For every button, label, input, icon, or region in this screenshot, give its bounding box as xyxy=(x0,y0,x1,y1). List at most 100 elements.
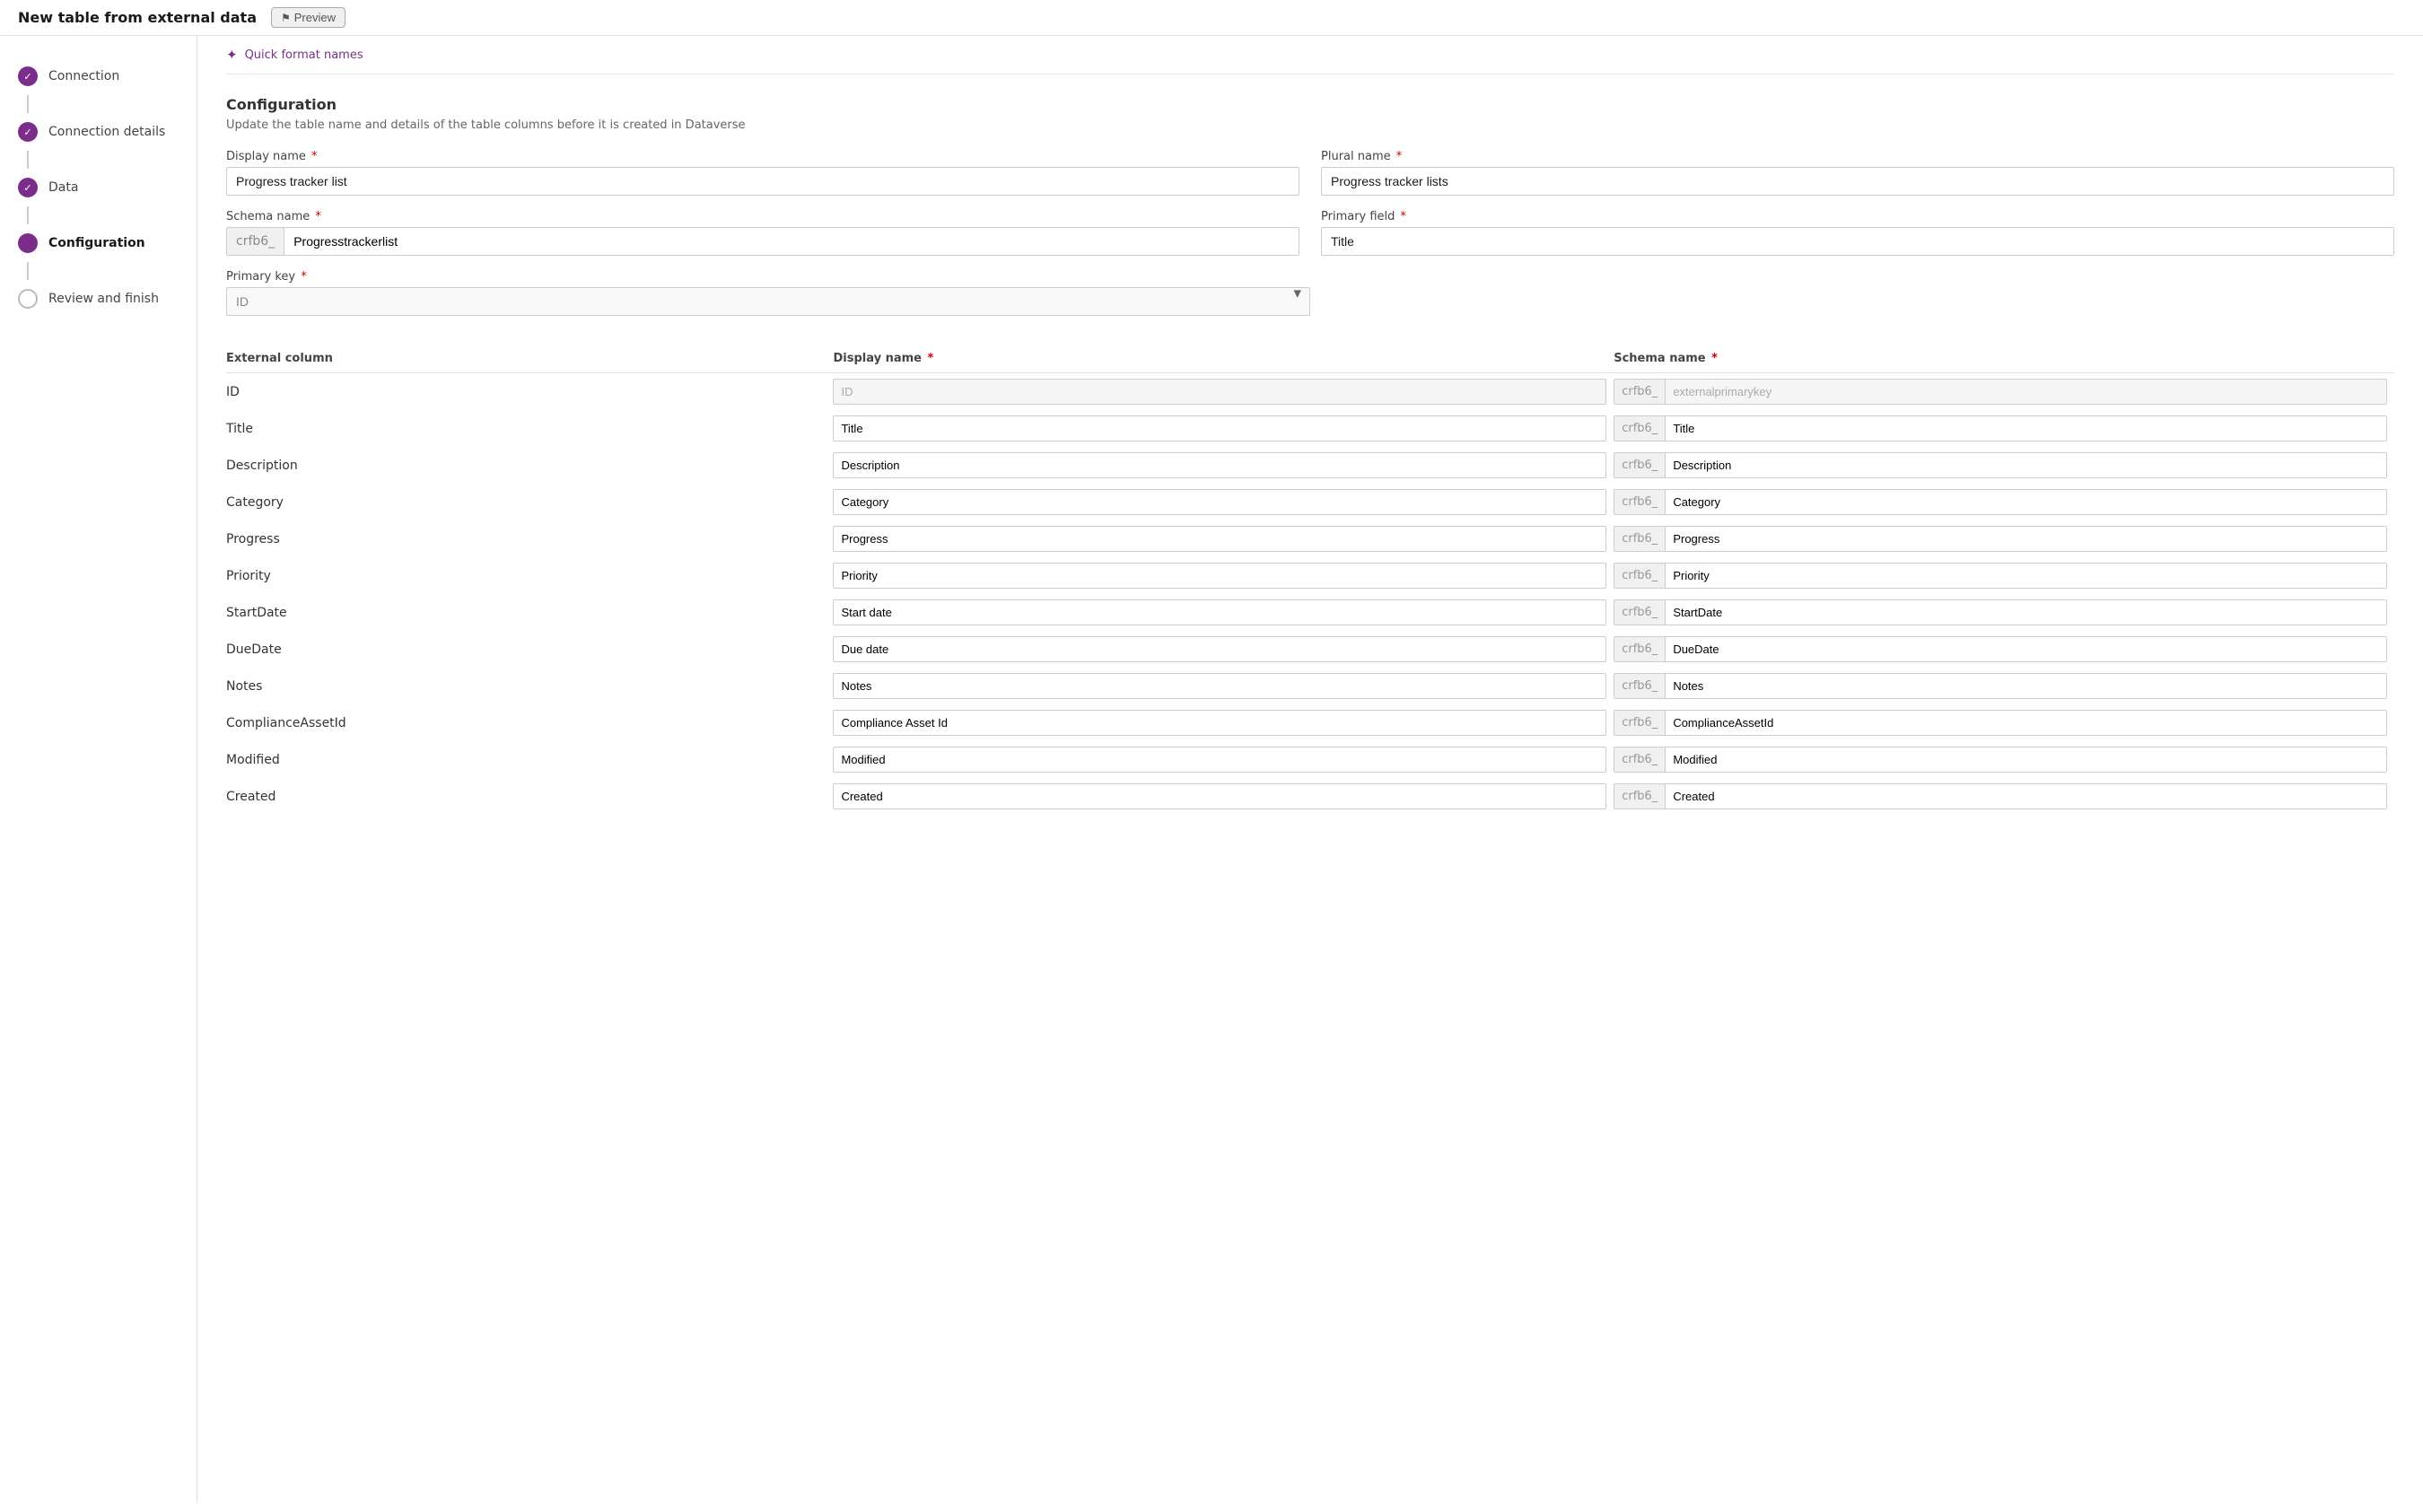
sidebar-label-review: Review and finish xyxy=(48,292,159,306)
display-name-col-input[interactable] xyxy=(833,526,1606,552)
cell-external: Created xyxy=(226,778,833,815)
display-name-col-input[interactable] xyxy=(833,599,1606,625)
schema-col-input[interactable] xyxy=(1666,490,2386,514)
sparkle-icon: ✦ xyxy=(226,47,238,63)
sidebar-item-configuration[interactable]: Configuration xyxy=(0,224,197,262)
cell-schema: crfb6_ xyxy=(1614,557,2394,594)
display-name-col-input[interactable] xyxy=(833,636,1606,662)
schema-cell-prefix: crfb6_ xyxy=(1614,747,1666,772)
configuration-section: Configuration Update the table name and … xyxy=(226,96,2394,316)
table-row: DueDate crfb6_ xyxy=(226,631,2394,668)
schema-cell-prefix: crfb6_ xyxy=(1614,711,1666,735)
preview-flag-icon: ⚑ xyxy=(281,12,291,24)
display-name-col-input[interactable] xyxy=(833,379,1606,405)
step-active-icon xyxy=(18,233,38,253)
preview-button[interactable]: ⚑ Preview xyxy=(271,7,346,28)
schema-col-input[interactable] xyxy=(1666,784,2386,808)
schema-col-input[interactable] xyxy=(1666,527,2386,551)
schema-col-input[interactable] xyxy=(1666,564,2386,588)
table-row: StartDatecrfb6_ xyxy=(226,594,2394,631)
table-row: Titlecrfb6_ xyxy=(226,410,2394,447)
schema-cell-wrap: crfb6_ xyxy=(1614,783,2387,809)
cell-schema: crfb6_ xyxy=(1614,704,2394,741)
display-name-col-input[interactable] xyxy=(833,710,1606,736)
sidebar-item-connection-details[interactable]: ✓ Connection details xyxy=(0,113,197,151)
col-header-schema: Schema name * xyxy=(1614,345,2394,373)
schema-cell-prefix: crfb6_ xyxy=(1614,416,1666,441)
schema-cell-prefix: crfb6_ xyxy=(1614,784,1666,808)
schema-col-input[interactable] xyxy=(1666,711,2386,735)
schema-cell-wrap: crfb6_ xyxy=(1614,747,2387,773)
primary-key-select-wrap: Primary key * ID ▼ xyxy=(226,270,1310,316)
cell-display xyxy=(833,557,1614,594)
cell-external: Progress xyxy=(226,520,833,557)
cell-external: ID xyxy=(226,373,833,411)
form-group-schema-name: Schema name * crfb6_ xyxy=(226,210,1299,256)
columns-table-header: External column Display name * Schema na… xyxy=(226,345,2394,373)
table-row: ID crfb6_ xyxy=(226,373,2394,411)
form-row-names: Display name * Plural name * xyxy=(226,150,2394,196)
table-row: Categorycrfb6_ xyxy=(226,484,2394,520)
schema-name-label: Schema name * xyxy=(226,210,1299,223)
primary-key-select[interactable]: ID xyxy=(226,287,1310,316)
cell-external: DueDate xyxy=(226,631,833,668)
cell-external: ComplianceAssetId xyxy=(226,704,833,741)
cell-display xyxy=(833,410,1614,447)
plural-name-input[interactable] xyxy=(1321,167,2394,196)
cell-schema: crfb6_ xyxy=(1614,520,2394,557)
sidebar-item-connection[interactable]: ✓ Connection xyxy=(0,57,197,95)
cell-display xyxy=(833,373,1614,411)
cell-schema: crfb6_ xyxy=(1614,668,2394,704)
cell-display xyxy=(833,447,1614,484)
cell-display xyxy=(833,778,1614,815)
display-name-col-input[interactable] xyxy=(833,563,1606,589)
app-title: New table from external data xyxy=(18,9,257,26)
display-name-col-input[interactable] xyxy=(833,673,1606,699)
table-row: Created crfb6_ xyxy=(226,778,2394,815)
display-name-col-input[interactable] xyxy=(833,452,1606,478)
cell-external: Modified xyxy=(226,741,833,778)
cell-external: Priority xyxy=(226,557,833,594)
table-row: Priority crfb6_ xyxy=(226,557,2394,594)
step-completed-icon-3: ✓ xyxy=(18,178,38,197)
schema-col-input[interactable] xyxy=(1666,674,2386,698)
quick-format-bar[interactable]: ✦ Quick format names xyxy=(226,36,2394,74)
schema-name-input[interactable] xyxy=(284,228,1299,255)
schema-cell-wrap: crfb6_ xyxy=(1614,526,2387,552)
sidebar-label-connection-details: Connection details xyxy=(48,125,165,139)
schema-col-input[interactable] xyxy=(1666,416,2386,441)
display-name-col-input[interactable] xyxy=(833,415,1606,441)
schema-cell-prefix: crfb6_ xyxy=(1614,380,1666,404)
sidebar-item-review[interactable]: Review and finish xyxy=(0,280,197,318)
step-completed-icon-2: ✓ xyxy=(18,122,38,142)
schema-cell-wrap: crfb6_ xyxy=(1614,673,2387,699)
display-name-col-input[interactable] xyxy=(833,489,1606,515)
schema-cell-wrap: crfb6_ xyxy=(1614,452,2387,478)
schema-cell-wrap: crfb6_ xyxy=(1614,636,2387,662)
schema-col-input[interactable] xyxy=(1666,637,2386,661)
sidebar-label-data: Data xyxy=(48,180,78,195)
primary-field-input[interactable] xyxy=(1321,227,2394,256)
col-header-display: Display name * xyxy=(833,345,1614,373)
sidebar-label-configuration: Configuration xyxy=(48,236,145,250)
sidebar-item-data[interactable]: ✓ Data xyxy=(0,169,197,206)
step-empty-icon xyxy=(18,289,38,309)
schema-cell-wrap: crfb6_ xyxy=(1614,599,2387,625)
schema-col-input[interactable] xyxy=(1666,600,2386,625)
display-name-col-input[interactable] xyxy=(833,747,1606,773)
form-row-schema: Schema name * crfb6_ Primary field * xyxy=(226,210,2394,256)
schema-col-input[interactable] xyxy=(1666,453,2386,477)
cell-display xyxy=(833,704,1614,741)
columns-table: External column Display name * Schema na… xyxy=(226,345,2394,815)
schema-cell-wrap: crfb6_ xyxy=(1614,379,2387,405)
plural-name-label: Plural name * xyxy=(1321,150,2394,163)
display-name-col-input[interactable] xyxy=(833,783,1606,809)
table-row: Modified crfb6_ xyxy=(226,741,2394,778)
table-row: ComplianceAssetId crfb6_ xyxy=(226,704,2394,741)
display-name-input[interactable] xyxy=(226,167,1299,196)
schema-col-input[interactable] xyxy=(1666,380,2386,404)
schema-cell-prefix: crfb6_ xyxy=(1614,637,1666,661)
form-group-display-name: Display name * xyxy=(226,150,1299,196)
schema-prefix: crfb6_ xyxy=(227,228,284,255)
schema-col-input[interactable] xyxy=(1666,747,2386,772)
